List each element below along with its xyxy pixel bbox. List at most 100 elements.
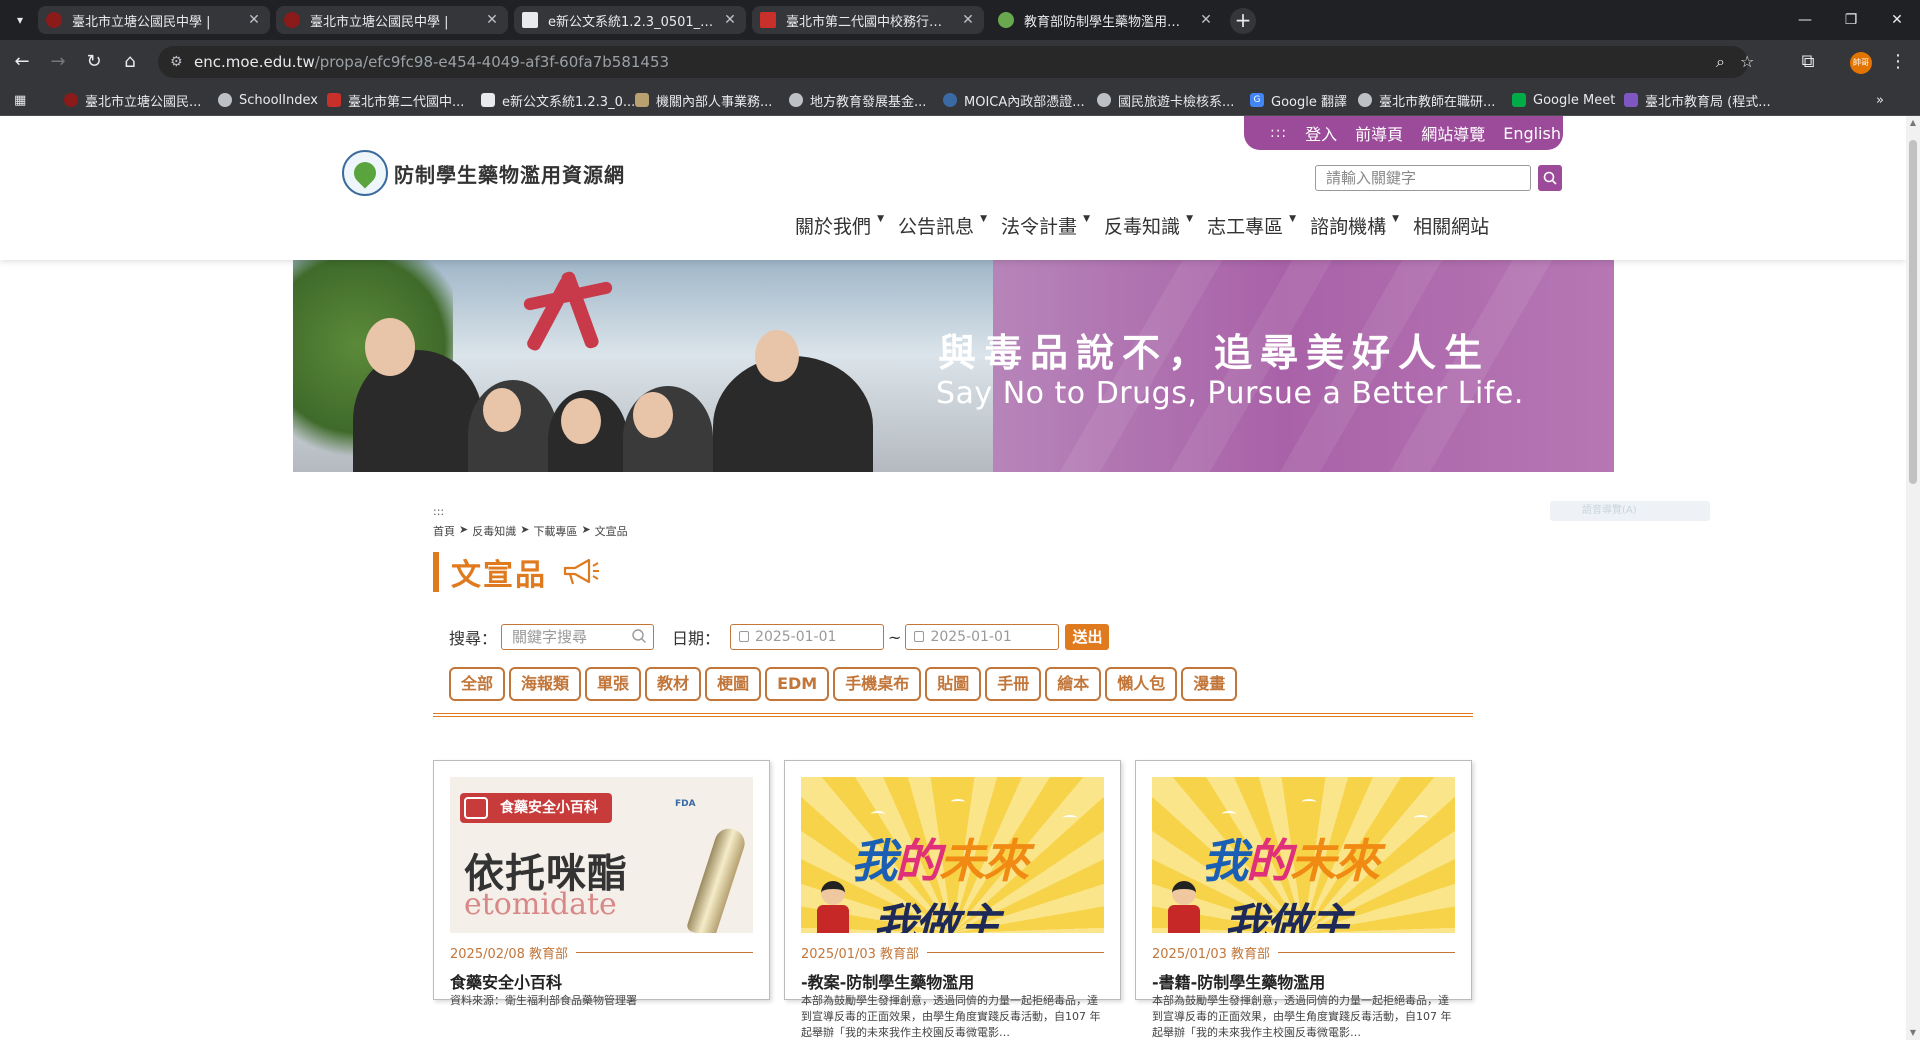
breadcrumb: 首頁 ➤ 反毒知識 ➤ 下載專區 ➤ 文宣品 — [433, 523, 628, 539]
category-handbooks[interactable]: 手冊 — [985, 667, 1042, 701]
browser-tab[interactable]: e新公文系統1.2.3_0501_SCHA ✕ — [514, 6, 746, 34]
browser-tab-active[interactable]: 教育部防制學生藥物濫用資源網 ✕ — [990, 6, 1222, 34]
reload-icon[interactable]: ↻ — [80, 48, 108, 76]
document-icon — [481, 93, 495, 107]
english-link[interactable]: English — [1503, 124, 1561, 143]
restore-icon[interactable]: ❐ — [1836, 8, 1866, 32]
card-thumbnail[interactable]: 食藥安全小百科 FDA 依托咪酯 etomidate — [450, 777, 753, 933]
bookmark-item[interactable]: 機關內部人事業務... — [635, 90, 772, 110]
forward-arrow-icon[interactable]: → — [44, 48, 72, 76]
bookmark-item[interactable]: 臺北市立塘公國民... — [64, 90, 201, 110]
calendar-icon — [739, 631, 750, 642]
bookmark-item[interactable]: 臺北市教師在職研... — [1358, 90, 1495, 110]
submit-button[interactable]: 送出 — [1065, 624, 1110, 650]
sitemap-link[interactable]: 網站導覽 — [1421, 121, 1485, 145]
page-title-text: 文宣品 — [451, 558, 547, 593]
close-tab-icon[interactable]: ✕ — [960, 12, 976, 28]
nav-about[interactable]: 關於我們 ▼ — [795, 212, 886, 239]
nav-announcements[interactable]: 公告訊息 ▼ — [898, 212, 989, 239]
category-infographics[interactable]: 懶人包 — [1105, 667, 1178, 701]
minimize-icon[interactable]: — — [1790, 8, 1820, 32]
category-comics[interactable]: 漫畫 — [1181, 667, 1238, 701]
scrollbar-thumb[interactable] — [1909, 140, 1917, 484]
new-tab-button[interactable]: + — [1230, 8, 1256, 34]
close-tab-icon[interactable]: ✕ — [722, 12, 738, 28]
scroll-down-icon[interactable]: ▼ — [1906, 1026, 1920, 1040]
category-picture-books[interactable]: 繪本 — [1045, 667, 1102, 701]
bookmark-item[interactable]: 地方教育發展基金... — [789, 90, 926, 110]
breadcrumb-home[interactable]: 首頁 — [433, 523, 455, 539]
tab-search-chevron-icon[interactable]: ▾ — [8, 8, 32, 32]
tab-title: 臺北市第二代國中校務行政系統 — [786, 14, 954, 30]
nav-regulations[interactable]: 法令計畫 ▼ — [1001, 212, 1092, 239]
publication-card[interactable]: 我的未來 我做主 2025/01/03 教育部 -書籍-防制學生藥物濫用 本部為… — [1135, 760, 1472, 1039]
home-icon[interactable]: ⌂ — [116, 48, 144, 76]
category-wallpapers[interactable]: 手機桌布 — [833, 667, 922, 701]
voice-guide-link[interactable]: 語音導覽(A) — [1550, 501, 1710, 521]
bookmark-item[interactable]: Google Meet — [1512, 90, 1615, 110]
address-bar[interactable]: ⚙ enc.moe.edu.tw/propa/efc9fc98-e454-404… — [158, 46, 1754, 78]
nav-anti-drug-knowledge[interactable]: 反毒知識 ▼ — [1104, 212, 1195, 239]
category-all[interactable]: 全部 — [449, 667, 506, 701]
breadcrumb-knowledge[interactable]: 反毒知識 — [472, 523, 516, 539]
card-thumbnail[interactable]: 我的未來 我做主 — [801, 777, 1104, 933]
nav-counseling[interactable]: 諮詢機構 ▼ — [1310, 212, 1401, 239]
bookmark-item[interactable]: e新公文系統1.2.3_0... — [481, 90, 635, 110]
intro-page-link[interactable]: 前導頁 — [1355, 121, 1403, 145]
bookmark-item[interactable]: 臺北市教育局 (程式... — [1624, 90, 1771, 110]
site-search-input[interactable]: 請輸入關鍵字 — [1315, 165, 1531, 191]
breadcrumb-downloads[interactable]: 下載專區 — [533, 523, 577, 539]
card-title[interactable]: -書籍-防制學生藥物濫用 — [1152, 969, 1325, 993]
content-accesskey[interactable]: ::: — [433, 505, 444, 518]
site-search-button[interactable] — [1538, 165, 1562, 191]
card-title[interactable]: 食藥安全小百科 — [450, 969, 562, 993]
publication-card[interactable]: 食藥安全小百科 FDA 依托咪酯 etomidate 2025/02/08 教育… — [433, 760, 770, 1007]
category-memes[interactable]: 梗圖 — [705, 667, 762, 701]
bookmark-item[interactable]: 國民旅遊卡檢核系... — [1097, 90, 1234, 110]
profile-avatar[interactable]: 帥哥 — [1850, 52, 1872, 74]
scroll-up-icon[interactable]: ▲ — [1906, 116, 1920, 130]
login-link[interactable]: 登入 — [1305, 121, 1337, 145]
books-favicon-icon — [760, 12, 776, 28]
bookmark-file-icon — [1624, 93, 1638, 107]
close-tab-icon[interactable]: ✕ — [1198, 12, 1214, 28]
keyword-search-input[interactable]: 關鍵字搜尋 — [501, 624, 655, 650]
nav-related-sites[interactable]: 相關網站 — [1413, 212, 1489, 239]
more-bookmarks-chevron-icon[interactable]: » — [1876, 90, 1884, 110]
close-tab-icon[interactable]: ✕ — [246, 12, 262, 28]
browser-tab[interactable]: 臺北市立塘公國民中學 | ✕ — [276, 6, 508, 34]
bookmarks-bar: ▦ 臺北市立塘公國民... SchoolIndex 臺北市第二代國中... e新… — [0, 84, 1920, 116]
card-thumbnail[interactable]: 我的未來 我做主 — [1152, 777, 1455, 933]
bookmark-item[interactable]: SchoolIndex — [218, 90, 318, 110]
menu-kebab-icon[interactable]: ⋮ — [1884, 48, 1912, 76]
bookmark-star-icon[interactable]: ☆ — [1740, 46, 1754, 78]
zoom-icon[interactable]: ⌕ — [1716, 46, 1725, 78]
accesskey-dots[interactable]: ::: — [1270, 125, 1287, 141]
bookmark-item[interactable]: 臺北市第二代國中... — [327, 90, 464, 110]
extensions-icon[interactable]: ⧉ — [1794, 48, 1822, 76]
thumbnail-subheadline: etomidate — [464, 887, 617, 922]
bookmark-item[interactable]: G Google 翻譯 — [1250, 90, 1347, 110]
date-to-input[interactable]: 2025-01-01 — [905, 624, 1060, 650]
site-logo[interactable]: 防制學生藥物濫用資源網 — [342, 150, 625, 196]
date-from-input[interactable]: 2025-01-01 — [730, 624, 885, 650]
close-tab-icon[interactable]: ✕ — [484, 12, 500, 28]
card-meta: 2025/01/03 教育部 — [801, 943, 1104, 962]
site-info-icon[interactable]: ⚙ — [170, 46, 183, 78]
category-edm[interactable]: EDM — [765, 667, 830, 701]
category-teaching-materials[interactable]: 教材 — [645, 667, 702, 701]
browser-tab[interactable]: 臺北市立塘公國民中學 | ✕ — [38, 6, 270, 34]
nav-volunteers[interactable]: 志工專區 ▼ — [1207, 212, 1298, 239]
page-scrollbar[interactable]: ▲ ▼ — [1906, 116, 1920, 1040]
category-posters[interactable]: 海報類 — [509, 667, 582, 701]
card-title[interactable]: -教案-防制學生藥物濫用 — [801, 969, 974, 993]
close-window-icon[interactable]: ✕ — [1882, 8, 1912, 32]
moe-emblem-icon — [342, 150, 388, 196]
back-arrow-icon[interactable]: ← — [8, 48, 36, 76]
publication-card[interactable]: 我的未來 我做主 2025/01/03 教育部 -教案-防制學生藥物濫用 本部為… — [784, 760, 1121, 1039]
bookmark-item[interactable]: MOICA內政部憑證... — [943, 90, 1085, 110]
category-flyers[interactable]: 單張 — [585, 667, 642, 701]
browser-tab[interactable]: 臺北市第二代國中校務行政系統 ✕ — [752, 6, 984, 34]
apps-grid-icon[interactable]: ▦ — [14, 90, 26, 110]
category-stickers[interactable]: 貼圖 — [925, 667, 982, 701]
